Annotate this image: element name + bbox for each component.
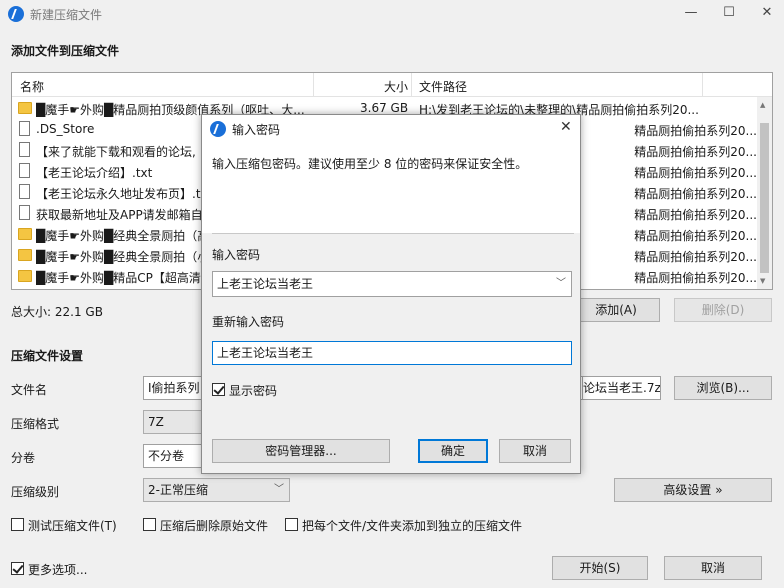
folder-icon [18,270,32,282]
dialog-cancel-button[interactable]: 取消 [499,439,571,463]
show-password-label: 显示密码 [229,384,278,398]
delete-button[interactable]: 删除(D) [674,298,772,322]
minimize-button[interactable]: — [676,2,706,24]
folder-icon [18,228,32,240]
column-header-path[interactable]: 文件路径 [419,78,467,95]
file-icon [19,142,30,157]
scroll-up-icon[interactable]: ▲ [760,101,765,109]
window-title: 新建压缩文件 [30,8,103,22]
file-icon [19,205,30,220]
app-logo-icon [8,6,24,22]
dialog-titlebar: 输入密码 ✕ [202,115,580,143]
folder-icon [18,102,32,114]
file-icon [19,121,30,136]
list-header: 名称 大小 文件路径 [12,73,772,97]
add-files-heading: 添加文件到压缩文件 [11,44,120,58]
list-item-path: 精品厕拍偷拍系列20... [634,250,757,264]
confirm-password-label: 重新输入密码 [212,315,285,329]
filename-label: 文件名 [11,383,48,397]
list-item-path: 精品厕拍偷拍系列20... [634,124,757,138]
total-size: 总大小: 22.1 GB [11,305,103,319]
dialog-description-area: 输入压缩包密码。建议使用至少 8 位的密码来保证安全性。 [202,143,580,233]
show-password-checkbox[interactable] [212,383,225,396]
level-select[interactable]: 2-正常压缩 ﹀ [143,478,290,502]
add-button[interactable]: 添加(A) [572,298,660,322]
filename-field-right[interactable]: 论坛当老王.7z [582,376,661,400]
advanced-settings-button[interactable]: 高级设置 » [614,478,772,502]
test-archive-checkbox[interactable] [11,518,24,531]
list-item-path: 精品厕拍偷拍系列20... [634,208,757,222]
split-select[interactable]: 不分卷 [143,444,203,468]
password-label: 输入密码 [212,248,261,262]
split-label: 分卷 [11,451,36,465]
password-dialog: 输入密码 ✕ 输入压缩包密码。建议使用至少 8 位的密码来保证安全性。 输入密码… [201,114,581,474]
format-label: 压缩格式 [11,417,60,431]
column-header-size[interactable]: 大小 [384,78,408,95]
maximize-button[interactable]: ☐ [714,2,744,24]
password-manager-button[interactable]: 密码管理器... [212,439,390,463]
separate-archives-checkbox[interactable] [285,518,298,531]
confirm-password-field[interactable]: 上老王论坛当老王 [212,341,572,365]
chevron-down-icon: ﹀ [274,484,284,495]
delete-after-checkbox[interactable] [143,518,156,531]
format-select[interactable]: 7Z [143,410,203,434]
ok-button[interactable]: 确定 [418,439,488,463]
more-options-label: 更多选项... [28,563,88,577]
list-item-path: 精品厕拍偷拍系列20... [634,229,757,243]
close-button[interactable]: ✕ [752,2,782,24]
delete-after-label: 压缩后删除原始文件 [160,519,269,533]
split-value: 不分卷 [148,449,185,463]
password-field[interactable]: 上老王论坛当老王 ﹀ [212,271,572,297]
password-value: 上老王论坛当老王 [217,277,314,291]
format-value: 7Z [148,415,164,429]
column-header-name[interactable]: 名称 [20,78,44,95]
filename-value-right-visible: 论坛当老王.7z [583,381,661,395]
dialog-title: 输入密码 [232,123,281,137]
filename-value-left: I偷拍系列 [148,381,200,395]
confirm-password-value: 上老王论坛当老王 [217,346,314,360]
file-icon [19,163,30,178]
window-titlebar: 新建压缩文件 — ☐ ✕ [0,0,784,28]
password-chevron-down-icon[interactable]: ﹀ [556,272,566,296]
settings-heading: 压缩文件设置 [11,349,84,363]
separate-archives-label: 把每个文件/文件夹添加到独立的压缩文件 [302,519,523,533]
dialog-logo-icon [210,121,226,137]
scrollbar-thumb[interactable] [760,123,769,273]
dialog-description: 输入压缩包密码。建议使用至少 8 位的密码来保证安全性。 [212,157,528,171]
level-value: 2-正常压缩 [148,483,208,497]
more-options-checkbox[interactable] [11,562,24,575]
browse-button[interactable]: 浏览(B)... [674,376,772,400]
list-item-path: 精品厕拍偷拍系列20... [634,145,757,159]
dialog-close-icon[interactable]: ✕ [560,119,572,135]
file-icon [19,184,30,199]
test-archive-label: 测试压缩文件(T) [28,519,117,533]
folder-icon [18,249,32,261]
list-item-path: 精品厕拍偷拍系列20... [634,187,757,201]
scroll-down-icon[interactable]: ▼ [760,277,765,285]
start-button[interactable]: 开始(S) [552,556,648,580]
list-item-path: 精品厕拍偷拍系列20... [634,271,757,285]
dialog-divider [212,233,574,234]
level-label: 压缩级别 [11,485,60,499]
list-item-path: 精品厕拍偷拍系列20... [634,166,757,180]
cancel-main-button[interactable]: 取消 [664,556,762,580]
list-scrollbar[interactable]: ▲ ▼ [757,97,772,289]
list-item-size: 3.67 GB [360,101,408,115]
